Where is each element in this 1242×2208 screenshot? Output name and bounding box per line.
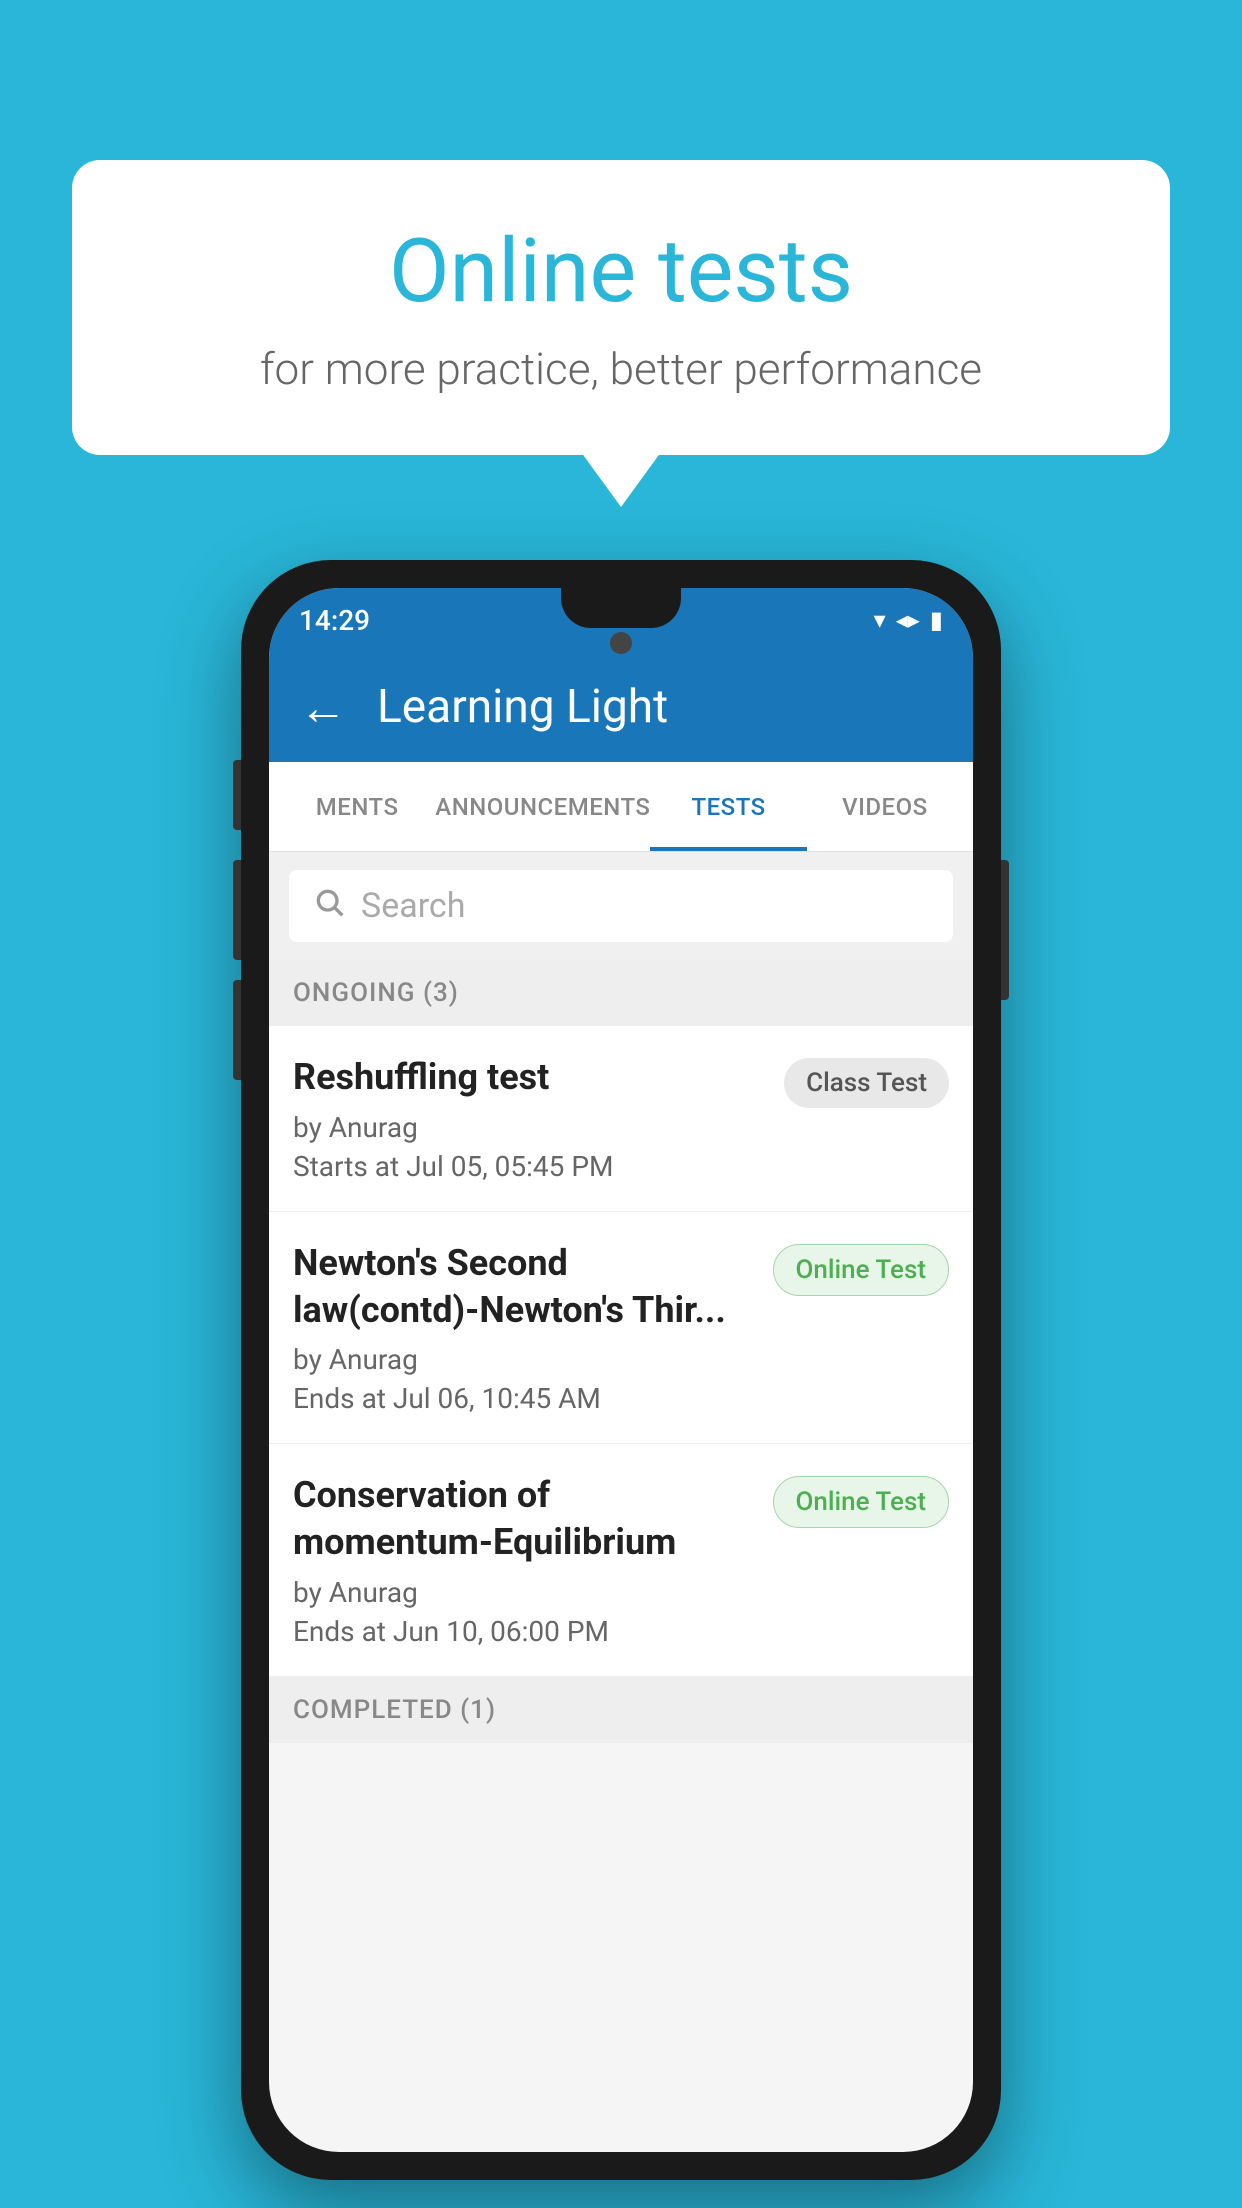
search-icon [313, 885, 345, 927]
power-button [1001, 860, 1009, 1000]
ongoing-section-header: ONGOING (3) [269, 960, 973, 1026]
status-time: 14:29 [299, 604, 370, 637]
bubble-subtitle: for more practice, better performance [152, 343, 1090, 395]
test-item-reshuffling[interactable]: Reshuffling test by Anurag Starts at Jul… [269, 1026, 973, 1212]
test-name-reshuffling: Reshuffling test [293, 1054, 768, 1101]
test-time-newton: Ends at Jul 06, 10:45 AM [293, 1382, 757, 1415]
phone-screen: 14:29 ▾ ◂▸ ▮ ← Learning Light MENTS ANNO… [269, 588, 973, 2152]
search-placeholder: Search [361, 886, 465, 926]
test-name-conservation: Conservation of momentum-Equilibrium [293, 1472, 757, 1566]
search-container: Search [269, 852, 973, 960]
test-author-newton: by Anurag [293, 1343, 757, 1376]
badge-class-test: Class Test [784, 1058, 949, 1108]
ongoing-label: ONGOING (3) [293, 978, 459, 1008]
tabs-bar: MENTS ANNOUNCEMENTS TESTS VIDEOS [269, 762, 973, 852]
test-info-newton: Newton's Second law(contd)-Newton's Thir… [293, 1240, 757, 1416]
test-author-conservation: by Anurag [293, 1576, 757, 1609]
completed-label: COMPLETED (1) [293, 1695, 496, 1725]
wifi-icon: ▾ [874, 606, 886, 634]
tab-tests[interactable]: TESTS [650, 762, 806, 851]
phone-notch [561, 588, 681, 628]
battery-icon: ▮ [930, 606, 943, 634]
test-item-newton[interactable]: Newton's Second law(contd)-Newton's Thir… [269, 1212, 973, 1445]
bubble-title: Online tests [152, 220, 1090, 323]
tab-ments[interactable]: MENTS [279, 762, 435, 851]
extra-button [233, 980, 241, 1080]
volume-up-button [233, 760, 241, 830]
test-info-conservation: Conservation of momentum-Equilibrium by … [293, 1472, 757, 1648]
tab-videos[interactable]: VIDEOS [807, 762, 963, 851]
speech-bubble: Online tests for more practice, better p… [72, 160, 1170, 455]
test-name-newton: Newton's Second law(contd)-Newton's Thir… [293, 1240, 757, 1334]
volume-down-button [233, 860, 241, 960]
test-list: Reshuffling test by Anurag Starts at Jul… [269, 1026, 973, 1677]
app-bar: ← Learning Light [269, 652, 973, 762]
badge-online-test-conservation: Online Test [773, 1476, 950, 1528]
test-author-reshuffling: by Anurag [293, 1111, 768, 1144]
phone-wrapper: 14:29 ▾ ◂▸ ▮ ← Learning Light MENTS ANNO… [241, 560, 1001, 2180]
camera-dot [610, 632, 632, 654]
phone-frame: 14:29 ▾ ◂▸ ▮ ← Learning Light MENTS ANNO… [241, 560, 1001, 2180]
badge-online-test-newton: Online Test [773, 1244, 950, 1296]
completed-section-header: COMPLETED (1) [269, 1677, 973, 1743]
test-time-conservation: Ends at Jun 10, 06:00 PM [293, 1615, 757, 1648]
tab-announcements[interactable]: ANNOUNCEMENTS [435, 762, 650, 851]
app-title: Learning Light [377, 680, 668, 734]
back-button[interactable]: ← [299, 679, 347, 736]
search-bar[interactable]: Search [289, 870, 953, 942]
status-icons: ▾ ◂▸ ▮ [874, 606, 943, 634]
test-info-reshuffling: Reshuffling test by Anurag Starts at Jul… [293, 1054, 768, 1183]
test-time-reshuffling: Starts at Jul 05, 05:45 PM [293, 1150, 768, 1183]
signal-icon: ◂▸ [896, 606, 920, 634]
test-item-conservation[interactable]: Conservation of momentum-Equilibrium by … [269, 1444, 973, 1677]
